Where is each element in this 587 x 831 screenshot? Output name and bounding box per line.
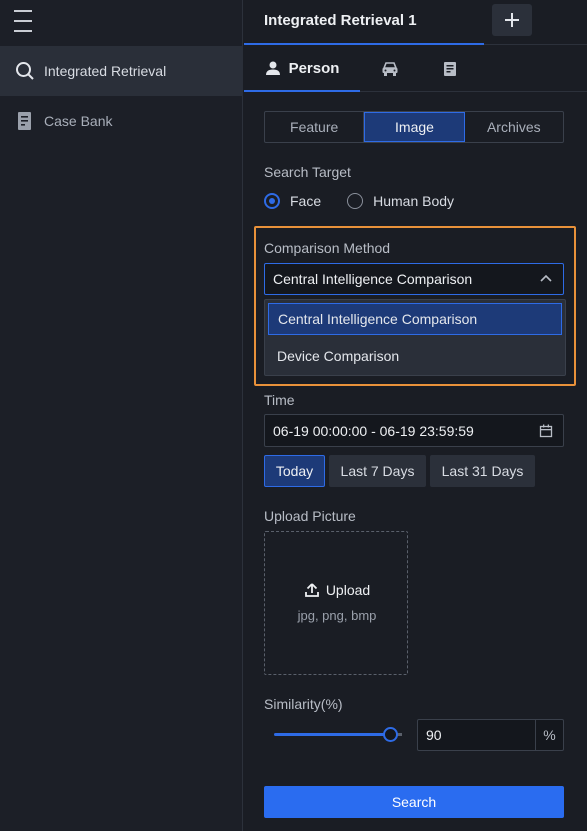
sidebar-item-integrated-retrieval[interactable]: Integrated Retrieval xyxy=(0,46,243,96)
person-icon xyxy=(265,61,280,75)
similarity-slider-handle[interactable] xyxy=(383,727,398,742)
radio-human-body-label: Human Body xyxy=(373,193,455,209)
sidebar: Integrated Retrieval Case Bank xyxy=(0,0,243,831)
upload-dropzone[interactable]: Upload jpg, png, bmp xyxy=(264,531,408,675)
similarity-slider-track[interactable] xyxy=(274,733,392,736)
radio-unchecked-icon xyxy=(347,193,364,209)
tab-file[interactable] xyxy=(420,46,480,92)
file-icon xyxy=(444,62,456,76)
radio-human-body[interactable]: Human Body xyxy=(347,193,454,209)
radio-checked-icon xyxy=(264,193,280,209)
menu-icon[interactable] xyxy=(14,10,34,32)
last-31-days-button[interactable]: Last 31 Days xyxy=(430,455,535,487)
dropdown-option-central[interactable]: Central Intelligence Comparison xyxy=(268,303,562,335)
search-target-label: Search Target xyxy=(264,164,351,180)
tab-person[interactable]: Person xyxy=(244,46,360,92)
dropdown-option-device[interactable]: Device Comparison xyxy=(268,340,562,372)
category-tabs: Person xyxy=(244,46,587,92)
comparison-method-dropdown: Central Intelligence Comparison Device C… xyxy=(264,299,566,376)
similarity-label: Similarity(%) xyxy=(264,696,343,712)
calendar-icon xyxy=(539,424,553,438)
mode-segmented-control: Feature Image Archives xyxy=(264,111,564,143)
similarity-input[interactable]: 90 % xyxy=(417,719,564,751)
time-range-input[interactable]: 06-19 00:00:00 - 06-19 23:59:59 xyxy=(264,414,564,447)
time-range-value: 06-19 00:00:00 - 06-19 23:59:59 xyxy=(273,422,474,439)
comparison-method-select[interactable]: Central Intelligence Comparison xyxy=(264,263,564,295)
tab-person-label: Person xyxy=(288,59,340,77)
sidebar-item-label: Case Bank xyxy=(44,113,113,129)
search-target-radio-group: Face Human Body xyxy=(264,193,480,209)
radio-face-label: Face xyxy=(290,193,322,209)
retrieval-panel: Integrated Retrieval 1 Person Feature Im… xyxy=(244,0,587,831)
comparison-method-label: Comparison Method xyxy=(264,240,391,256)
sidebar-item-label: Integrated Retrieval xyxy=(44,63,167,79)
search-button[interactable]: Search xyxy=(264,786,564,818)
similarity-unit: % xyxy=(535,720,563,750)
time-label: Time xyxy=(264,392,295,408)
search-icon xyxy=(14,60,36,82)
car-icon xyxy=(382,62,398,76)
today-button[interactable]: Today xyxy=(264,455,325,487)
tab-bar: Integrated Retrieval 1 xyxy=(244,0,587,45)
chevron-up-icon xyxy=(540,274,552,282)
plus-icon xyxy=(505,13,519,27)
last-7-days-button[interactable]: Last 7 Days xyxy=(329,455,426,487)
upload-icon xyxy=(304,583,319,597)
tab-image[interactable]: Image xyxy=(364,112,465,142)
upload-picture-label: Upload Picture xyxy=(264,508,356,524)
upload-button-line: Upload xyxy=(265,582,409,598)
upload-hint: jpg, png, bmp xyxy=(297,608,377,623)
comparison-method-value: Central Intelligence Comparison xyxy=(273,271,473,287)
tab-integrated-retrieval-1[interactable]: Integrated Retrieval 1 xyxy=(244,0,484,45)
add-tab-button[interactable] xyxy=(492,4,532,36)
tab-archives[interactable]: Archives xyxy=(465,112,563,142)
tab-vehicle[interactable] xyxy=(360,46,420,92)
similarity-value: 90 xyxy=(426,727,442,743)
document-icon xyxy=(14,110,36,132)
sidebar-item-case-bank[interactable]: Case Bank xyxy=(0,96,243,146)
radio-face[interactable]: Face xyxy=(264,193,321,209)
tab-feature[interactable]: Feature xyxy=(265,112,365,142)
upload-label: Upload xyxy=(325,582,371,598)
